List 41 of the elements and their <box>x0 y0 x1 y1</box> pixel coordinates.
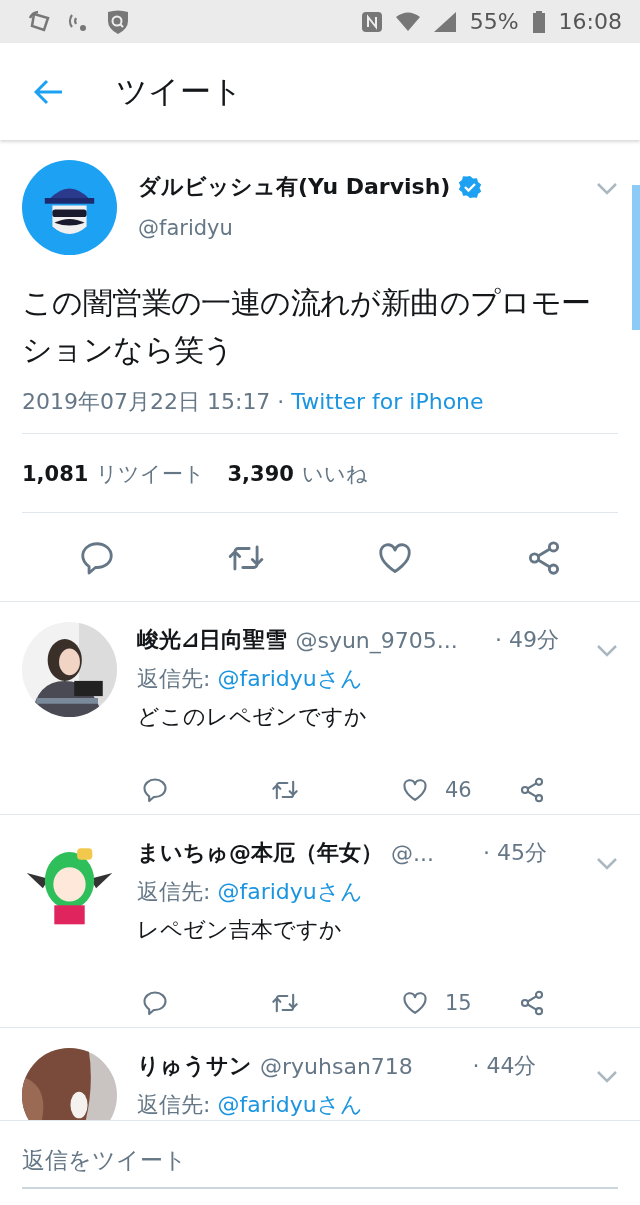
user-handle[interactable]: @faridyu <box>138 216 575 240</box>
battery-icon <box>532 10 545 33</box>
reply-author[interactable]: 峻光⊿日向聖雪 <box>137 625 288 655</box>
tweet-timestamp: 2019年07月22日 15:17 · Twitter for iPhone <box>22 387 618 434</box>
reply-text: レペゼン吉本ですか <box>137 916 343 944</box>
reply-text: どこのレペゼンですか <box>137 703 368 731</box>
reply-field[interactable]: 返信をツイート <box>22 1135 618 1189</box>
heart-icon[interactable] <box>401 776 429 804</box>
wifi-icon <box>395 11 420 32</box>
mention-link[interactable]: @faridyuさん <box>217 1092 363 1117</box>
reply-time: · 49分 <box>494 626 559 654</box>
scroll-bar[interactable] <box>632 185 640 330</box>
replying-to: 返信先: @faridyuさん <box>137 665 364 693</box>
heart-icon[interactable] <box>401 989 429 1017</box>
signal-icon <box>433 11 456 32</box>
back-icon[interactable] <box>34 78 64 105</box>
shield-icon <box>106 8 130 35</box>
nfc-icon <box>361 11 382 32</box>
page-title: ツイート <box>116 71 243 111</box>
reply-handle[interactable]: @... <box>391 840 434 866</box>
tweet-text: この闇営業の一連の流れが新曲のプロモーションなら笑う <box>22 284 592 369</box>
like-count: 46 <box>445 778 472 802</box>
reply-author[interactable]: りゅうサン <box>137 1051 252 1081</box>
source-link[interactable]: Twitter for iPhone <box>291 389 484 414</box>
reply-handle[interactable]: @ryuhsan718 <box>260 1053 413 1079</box>
reply-time: · 45分 <box>483 839 547 867</box>
user-name[interactable]: ダルビッシュ有(Yu Darvish) <box>138 172 451 202</box>
mention-link[interactable]: @faridyuさん <box>217 879 363 904</box>
like-count: 15 <box>445 991 472 1015</box>
reply-icon[interactable] <box>141 776 169 804</box>
reply-handle[interactable]: @syun_9705... <box>295 627 458 653</box>
tweet-stat[interactable]: 3,390 いいね <box>227 460 368 488</box>
battery-level: 55% <box>469 9 519 34</box>
clock: 16:08 <box>558 9 622 34</box>
mention-link[interactable]: @faridyuさん <box>217 666 363 691</box>
reply-icon[interactable] <box>141 989 169 1017</box>
tweet-stat[interactable]: 1,081 リツイート <box>22 460 206 488</box>
replying-to: 返信先: @faridyuさん <box>137 878 364 906</box>
replying-to: 返信先: @faridyuさん <box>137 1091 364 1119</box>
reply-author[interactable]: まいちゅ@本厄（年女） <box>137 838 383 868</box>
reply-time: · 44分 <box>472 1052 537 1080</box>
